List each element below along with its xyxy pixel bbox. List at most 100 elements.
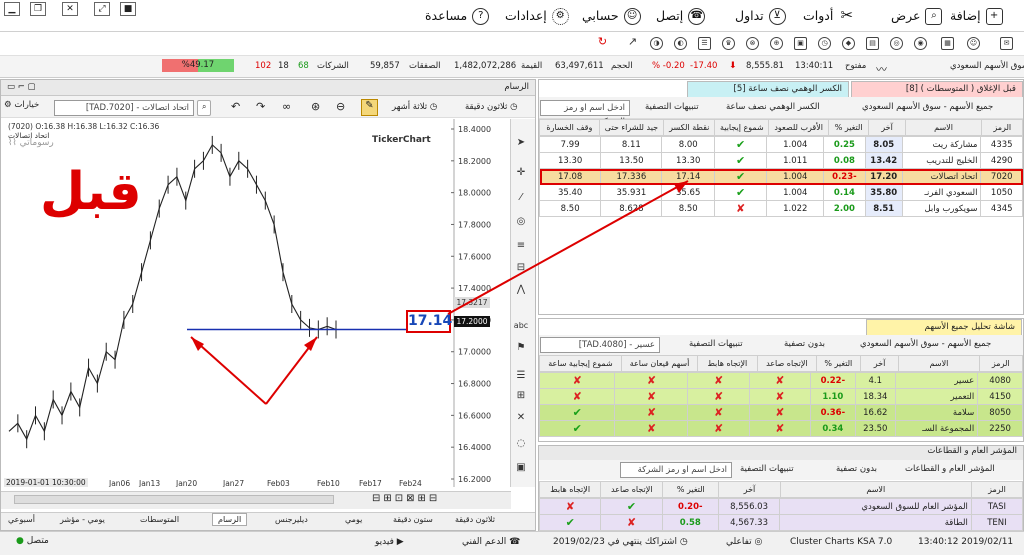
globe-icon[interactable]: ⊕ xyxy=(770,37,783,50)
grid-icon[interactable]: ▤ xyxy=(866,37,879,50)
close-icon[interactable]: ✕ xyxy=(62,2,78,16)
cursor-icon[interactable]: ➤ xyxy=(513,135,529,151)
table-row[interactable]: 4290 الخليج للتدريب 13.42 0.08 1.011 ✔ 13.30 13… xyxy=(538,152,1023,169)
delete-icon[interactable]: ✕ xyxy=(513,410,529,426)
chart-symbol-input[interactable]: [TAD.7020] - اتحاد اتصالات xyxy=(54,100,194,116)
scanner3-market[interactable]: المؤشر العام و القطاعات xyxy=(905,464,995,474)
tab-before-close[interactable]: قبل الإغلاق ( المتوسطات ) [8] xyxy=(851,81,1023,97)
clock-icon[interactable]: ⊖ xyxy=(336,100,345,113)
column-header[interactable]: الاسم xyxy=(898,355,980,372)
menu-tools[interactable]: أدوات ✂ xyxy=(803,6,855,26)
refresh-icon[interactable]: ↻ xyxy=(596,36,609,50)
target-icon[interactable]: ◎ xyxy=(890,37,903,50)
list-tool-icon[interactable]: ☰ xyxy=(513,368,529,384)
scanner3-filter-alerts[interactable]: تنبيهات التصفية xyxy=(740,464,794,474)
trendline-icon[interactable]: ⁄ xyxy=(513,190,529,206)
chart-scrollbar[interactable] xyxy=(14,495,334,504)
column-header[interactable]: التغير % xyxy=(816,355,861,372)
column-header[interactable]: التغير % xyxy=(662,481,720,498)
column-header[interactable]: التغير % xyxy=(827,119,870,136)
undo-icon[interactable]: ↶ xyxy=(231,100,240,113)
table-row[interactable]: 1050 السعودي الفرنـ 35.80 0.14 1.004 ✔ 35.65 35… xyxy=(538,184,1023,201)
column-header[interactable]: الإتجاه هابط xyxy=(697,355,758,372)
flag-icon[interactable]: ⚑ xyxy=(513,340,529,356)
hide-icon[interactable]: ◌ xyxy=(513,436,529,452)
crosshair-icon[interactable]: ✛ xyxy=(513,165,529,181)
scanner1-market[interactable]: جميع الأسهم - سوق الأسهم السعودي xyxy=(862,102,993,112)
column-header[interactable]: جيد للشراء حتى xyxy=(598,119,665,136)
table-row[interactable]: 8050 سلامة 16.62 -0.36 ✘ ✘ ✘ ✔ xyxy=(538,404,1023,421)
menu-view[interactable]: عرض ⌕ xyxy=(891,6,943,26)
tab-averages[interactable]: المتوسطات xyxy=(140,515,179,524)
user-icon[interactable]: ☺ xyxy=(967,37,980,50)
footer-support[interactable]: الدعم الفني ☎ xyxy=(462,537,520,547)
table-row[interactable]: TENI الطاقة 4,567.33 0.58 ✘ ✔ xyxy=(538,514,1024,531)
menu-trade[interactable]: تداول ⊻ xyxy=(735,6,786,26)
timeframe-selector[interactable]: ثلاثون دقيقة ◷ xyxy=(465,102,518,112)
column-header[interactable]: الاسم xyxy=(779,481,972,498)
zoom-controls[interactable]: ⊟⊞⊡⊠⊞⊟ xyxy=(372,493,440,504)
redo-icon[interactable]: ↷ xyxy=(256,100,265,113)
tab-drawer[interactable]: الرسام xyxy=(212,513,248,526)
trend-icon[interactable]: ↗ xyxy=(626,36,639,50)
tab-divergence[interactable]: ديليرجنس xyxy=(275,515,308,524)
tab-all-stocks[interactable]: شاشة تحليل جميع الأسهم xyxy=(866,319,1022,335)
footer-video[interactable]: فيديو ▶ xyxy=(375,537,404,547)
scanner3-search[interactable]: ادخل اسم او رمز الشركة xyxy=(620,462,732,478)
tab-daily-index[interactable]: يومي - مؤشر xyxy=(60,515,105,524)
column-header[interactable]: شموع إيجابية ساعة xyxy=(539,355,622,372)
scanner2-no-filter[interactable]: بدون تصفية xyxy=(784,339,825,349)
crosshair-icon[interactable]: ⊗ xyxy=(746,37,759,50)
window-controls[interactable]: ▭ ⌐ ▢ xyxy=(7,80,36,95)
table-row[interactable]: 7020 اتحاد اتصالات 17.20 -0.23 1.004 ✔ 17.14 17… xyxy=(538,168,1023,185)
news-icon[interactable]: ◐ xyxy=(674,37,687,50)
column-header[interactable]: الاسم xyxy=(904,119,983,136)
tab-60min[interactable]: ستون دقيقة xyxy=(393,515,433,524)
column-header[interactable]: الإتجاه هابط xyxy=(538,481,602,498)
list-icon[interactable]: ☰ xyxy=(698,37,711,50)
drop-icon[interactable]: ◆ xyxy=(842,37,855,50)
window-icon[interactable]: ▣ xyxy=(794,37,807,50)
table-icon[interactable]: ▦ xyxy=(941,37,954,50)
column-header[interactable]: آخر xyxy=(718,481,781,498)
restore-icon[interactable]: ❐ xyxy=(30,2,46,16)
camera-icon[interactable]: ■ xyxy=(120,2,136,16)
options-button[interactable]: ⚙ خيارات xyxy=(4,100,39,110)
menu-account[interactable]: حسابي ☺ xyxy=(582,6,641,26)
search-icon[interactable]: ⌕ xyxy=(197,100,212,116)
table-row[interactable]: 4080 عسير 4.1 -0.22 ✘ ✘ ✘ ✘ xyxy=(538,372,1023,389)
column-header[interactable]: الرمز xyxy=(970,481,1024,498)
minimize-icon[interactable]: ▁ xyxy=(4,2,20,16)
column-header[interactable]: الرمز xyxy=(978,355,1024,372)
pencil-icon[interactable]: ✎ xyxy=(361,99,378,116)
clock-icon[interactable]: ◷ xyxy=(818,37,831,50)
column-header[interactable]: نقطة الكسر xyxy=(663,119,716,136)
table-row[interactable]: 4150 التعمير 18.34 1.10 ✘ ✘ ✘ ✘ xyxy=(538,388,1023,405)
menu-help[interactable]: مساعدة? xyxy=(425,6,490,26)
badge-icon[interactable]: ♛ xyxy=(722,37,735,50)
column-header[interactable]: الرمز xyxy=(981,119,1023,136)
pie-icon[interactable]: ◑ xyxy=(650,37,663,50)
measure-icon[interactable]: ⊞ xyxy=(513,388,529,404)
table-row[interactable]: TASI المؤشر العام للسوق السعودي 8,556.03 -0… xyxy=(538,498,1024,515)
scanner2-search[interactable]: [TAD.4080] - عسير xyxy=(540,337,660,353)
scanner2-filter-alerts[interactable]: تنبيهات التصفية xyxy=(689,339,743,349)
column-header[interactable]: آخر xyxy=(859,355,900,372)
column-header[interactable]: آخر xyxy=(868,119,906,136)
target-icon[interactable]: ◎ xyxy=(513,214,529,230)
column-header[interactable]: وقف الخسارة xyxy=(539,119,600,136)
tab-30min[interactable]: ثلاثون دقيقة xyxy=(455,515,495,524)
wave-icon[interactable]: ⋀ xyxy=(513,282,529,298)
period-selector[interactable]: ثلاثة أشهر ◷ xyxy=(392,102,437,112)
menu-contact[interactable]: إتصل ☎ xyxy=(656,6,706,26)
column-header[interactable]: شموع إيجابية xyxy=(714,119,770,136)
text-tool-icon[interactable]: abc xyxy=(513,318,529,334)
eye-icon[interactable]: ◉ xyxy=(914,37,927,50)
mail-icon[interactable]: ✉ xyxy=(1000,37,1013,50)
scanner2-market[interactable]: جميع الأسهم - سوق الأسهم السعودي xyxy=(860,339,991,349)
scanner1-search[interactable]: ادخل اسم او رمز الشركة xyxy=(540,100,630,127)
tab-weekly[interactable]: أسبوعي xyxy=(8,515,35,524)
fullscreen-icon[interactable]: ⤢ xyxy=(94,2,110,16)
column-header[interactable]: الإتجاه صاعد xyxy=(756,355,818,372)
table-row[interactable]: 4335 مشاركة ريت 8.05 0.25 1.004 ✔ 8.00 8.11 7.99 xyxy=(538,136,1023,153)
